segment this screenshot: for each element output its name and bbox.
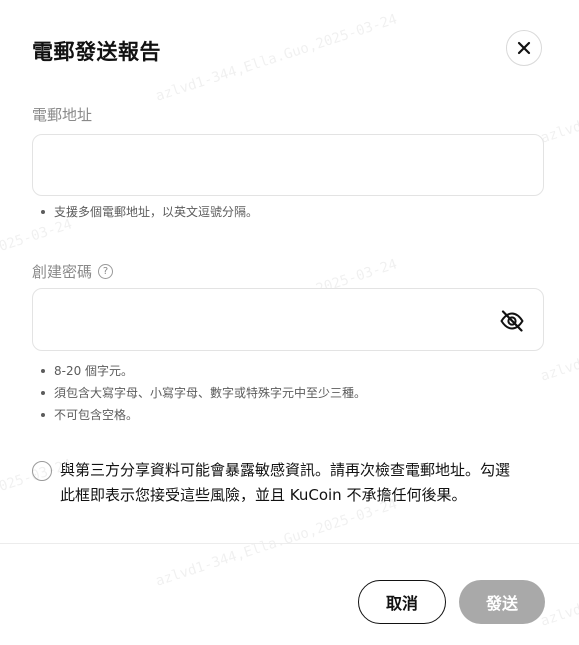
password-label-text: 創建密碼 xyxy=(32,263,93,281)
watermark: azlvd1-344,Ella.Guo,2025-03-24 xyxy=(538,53,579,147)
password-input-box[interactable] xyxy=(32,288,544,351)
email-report-dialog: azlvd1-344,Ella.Guo,2025-03-24 azlvd1-34… xyxy=(0,0,579,645)
consent-row[interactable]: 與第三方分享資料可能會暴露敏感資訊。請再次檢查電郵地址。勾選 此框即表示您接受這… xyxy=(32,458,544,508)
consent-text: 與第三方分享資料可能會暴露敏感資訊。請再次檢查電郵地址。勾選 此框即表示您接受這… xyxy=(60,458,510,508)
cancel-button[interactable]: 取消 xyxy=(358,580,446,624)
email-input-box[interactable] xyxy=(32,134,544,196)
email-label-text: 電郵地址 xyxy=(32,106,93,124)
email-hints: 支援多個電郵地址，以英文逗號分隔。 xyxy=(40,201,258,223)
footer-divider xyxy=(0,543,579,544)
toggle-password-visibility-button[interactable] xyxy=(499,308,525,334)
consent-text-line: 與第三方分享資料可能會暴露敏感資訊。請再次檢查電郵地址。勾選 xyxy=(60,461,511,479)
dialog-title: 電郵發送報告 xyxy=(32,40,161,64)
eye-off-icon xyxy=(500,310,524,332)
close-button[interactable] xyxy=(506,30,542,66)
close-icon xyxy=(517,41,531,55)
email-hint-item: 支援多個電郵地址，以英文逗號分隔。 xyxy=(40,201,258,223)
consent-checkbox[interactable] xyxy=(32,461,52,481)
email-input[interactable] xyxy=(33,135,543,195)
password-hint-item: 須包含大寫字母、小寫字母、數字或特殊字元中至少三種。 xyxy=(40,382,366,404)
password-hint-item: 8-20 個字元。 xyxy=(40,360,366,382)
watermark: azlvd1-344,Ella.Guo,2025-03-24 xyxy=(538,291,579,385)
consent-text-line: 此框即表示您接受這些風險，並且 KuCoin 不承擔任何後果。 xyxy=(60,486,467,504)
send-button[interactable]: 發送 xyxy=(459,580,545,624)
password-input[interactable] xyxy=(33,289,543,350)
watermark: azlvd1-344,Ella.Guo,2025-03-24 xyxy=(538,536,579,630)
password-hint-item: 不可包含空格。 xyxy=(40,404,366,426)
email-field-label: 電郵地址 xyxy=(32,104,92,125)
password-hints: 8-20 個字元。 須包含大寫字母、小寫字母、數字或特殊字元中至少三種。 不可包… xyxy=(40,360,366,426)
watermark: azlvd1-344,Ella.Guo,2025-03-24 xyxy=(153,11,400,105)
help-icon[interactable]: ? xyxy=(98,264,114,279)
password-field-label: 創建密碼 ? xyxy=(32,261,114,282)
